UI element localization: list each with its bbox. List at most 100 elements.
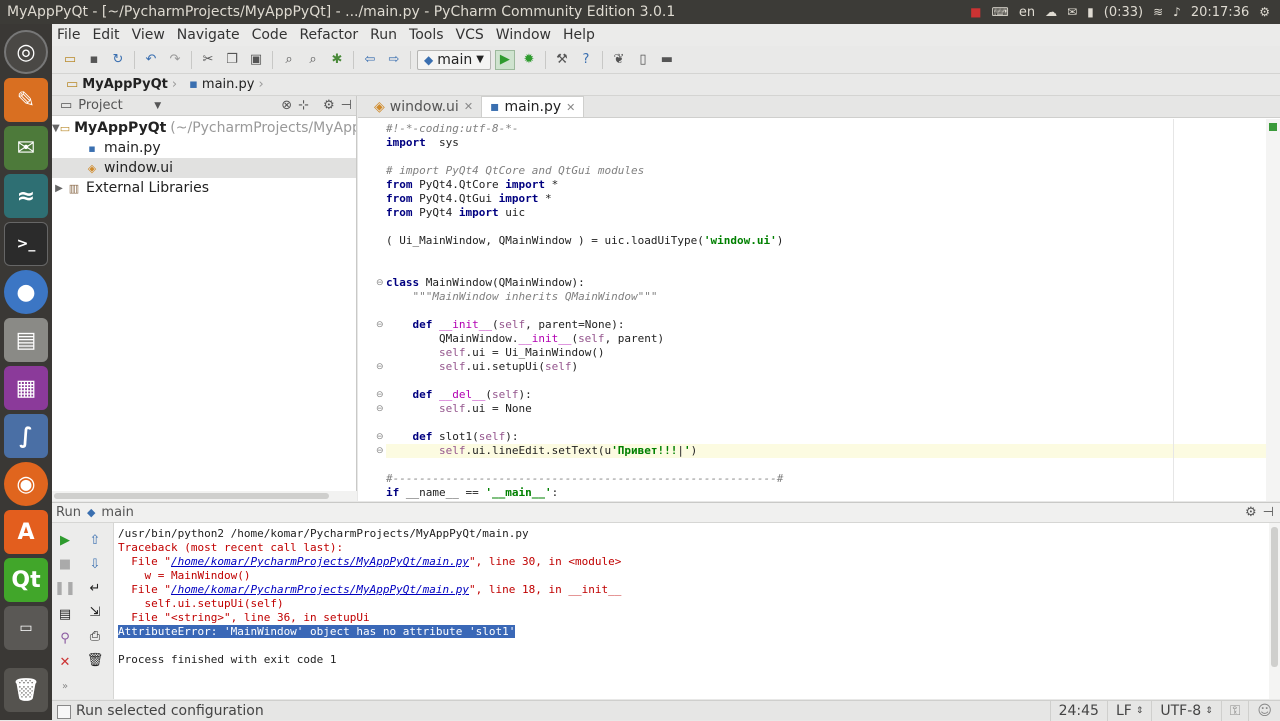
tab-main-py[interactable]: ▪ main.py ✕ [481, 96, 585, 117]
run-panel-config[interactable]: main [101, 505, 133, 520]
wifi-icon[interactable]: ≋ [1153, 5, 1163, 19]
hide-panel-icon[interactable]: ⊣ [341, 98, 356, 113]
editor-icon[interactable]: ∫ [4, 414, 48, 458]
project-horizontal-scrollbar[interactable] [52, 491, 357, 501]
firefox-icon[interactable]: ◉ [4, 462, 48, 506]
menu-window[interactable]: Window [490, 27, 557, 43]
inspector-icon[interactable]: ☺ [1248, 700, 1280, 721]
python-console-icon[interactable]: ❦ [609, 50, 629, 70]
down-arrow-icon[interactable]: ⇩ [86, 555, 104, 573]
fold-icon[interactable]: ⊖ [376, 278, 384, 288]
expand-icon[interactable]: ▼ [52, 123, 60, 134]
editor-gutter[interactable]: ⊖ ⊖ ⊖ ⊖ ⊖ ⊖ ⊖ ● [358, 119, 401, 501]
breadcrumb-project[interactable]: ▭ MyAppPyQt › [60, 77, 183, 92]
menu-tools[interactable]: Tools [403, 27, 450, 43]
redo-icon[interactable]: ↷ [165, 50, 185, 70]
sync-icon[interactable]: ↻ [108, 50, 128, 70]
find-in-path-icon[interactable]: ✱ [327, 50, 347, 70]
fold-icon[interactable]: ⊖ [376, 432, 384, 442]
menu-refactor[interactable]: Refactor [293, 27, 364, 43]
tree-item-external-libraries[interactable]: ▶ ▥ External Libraries [52, 178, 356, 198]
code-token[interactable]: /home/komar/PycharmProjects/MyAppPyQt/ma… [171, 583, 469, 596]
fold-icon[interactable]: ⊖ [376, 320, 384, 330]
terminal-tool-icon[interactable]: ▬ [657, 50, 677, 70]
tree-item-window-ui[interactable]: ◈ window.ui [52, 158, 356, 178]
cloud-icon[interactable]: ☁ [1045, 5, 1057, 19]
tree-item-project-root[interactable]: ▼ ▭ MyAppPyQt (~/PycharmProjects/MyAppP [52, 118, 356, 138]
power-icon[interactable]: ⚙ [1259, 5, 1270, 19]
restore-layout-icon[interactable]: ▤ [56, 605, 74, 623]
close-icon[interactable]: ✕ [566, 101, 575, 114]
back-icon[interactable]: ⇦ [360, 50, 380, 70]
archive-icon[interactable]: ▤ [4, 318, 48, 362]
find-icon[interactable]: ⌕ [279, 50, 299, 70]
network-icon[interactable]: ≈ [4, 174, 48, 218]
volume-icon[interactable]: ♪ [1173, 5, 1181, 19]
workspace-icon[interactable]: ▭ [4, 606, 48, 650]
clock[interactable]: 20:17:36 [1191, 5, 1249, 20]
inspection-ok-icon[interactable] [1269, 123, 1277, 131]
paste-icon[interactable]: ▣ [246, 50, 266, 70]
scroll-from-source-icon[interactable]: ⊗ [281, 98, 292, 113]
terminal-icon[interactable]: >_ [4, 222, 48, 266]
collapse-all-icon[interactable]: ⊹ [298, 98, 309, 113]
lock-icon[interactable]: ⚿ [1220, 700, 1249, 721]
hide-panel-icon[interactable]: ⊣ [1263, 505, 1280, 520]
save-icon[interactable]: ▪ [84, 50, 104, 70]
project-panel-title[interactable]: Project [78, 98, 148, 113]
menu-run[interactable]: Run [364, 27, 403, 43]
clear-all-icon[interactable]: 🗑 [86, 651, 104, 669]
scrollbar-thumb[interactable] [1271, 527, 1278, 667]
menu-view[interactable]: View [126, 27, 171, 43]
fold-icon[interactable]: ⊖ [376, 404, 384, 414]
battery-status[interactable]: (0:33) [1104, 5, 1143, 20]
run-panel-title[interactable]: Run [56, 505, 81, 520]
console-vertical-scrollbar[interactable] [1269, 523, 1280, 699]
editor-vertical-scrollbar[interactable] [1266, 119, 1280, 501]
print-icon[interactable]: ⎙ [86, 627, 104, 645]
pin-icon[interactable]: ⚲ [56, 629, 74, 647]
run-console-output[interactable]: /usr/bin/python2 /home/komar/PycharmProj… [114, 523, 1269, 699]
gear-icon[interactable]: ⚙ [315, 98, 335, 113]
record-icon[interactable]: ■ [970, 5, 981, 19]
fold-icon[interactable]: ⊖ [376, 390, 384, 400]
menu-navigate[interactable]: Navigate [171, 27, 246, 43]
scroll-to-end-icon[interactable]: ⇲ [86, 603, 104, 621]
tab-window-ui[interactable]: ◈ window.ui ✕ [366, 96, 481, 117]
media-icon[interactable]: ▦ [4, 366, 48, 410]
chevron-down-icon[interactable]: ▼ [154, 101, 161, 111]
gear-icon[interactable]: ⚙ [1245, 505, 1257, 520]
open-folder-icon[interactable]: ▭ [60, 50, 80, 70]
menu-file[interactable]: File [52, 27, 86, 43]
encoding-select[interactable]: UTF-8 ⇕ [1151, 700, 1220, 721]
forward-icon[interactable]: ⇨ [384, 50, 404, 70]
copy-icon[interactable]: ❐ [222, 50, 242, 70]
battery-icon[interactable]: ▮ [1087, 5, 1094, 19]
line-separator-select[interactable]: LF ⇕ [1106, 700, 1151, 721]
keyboard-icon[interactable]: ⌨ [992, 5, 1009, 19]
close-icon[interactable]: ✕ [464, 100, 473, 113]
more-icon[interactable]: » [56, 677, 74, 695]
debug-icon[interactable]: ✹ [519, 50, 539, 70]
mail-app-icon[interactable]: ✉ [4, 126, 48, 170]
close-icon[interactable]: ✕ [56, 653, 74, 671]
breadcrumb-file[interactable]: ▪ main.py › [183, 77, 270, 92]
expand-icon[interactable]: ▶ [52, 183, 66, 194]
chrome-icon[interactable]: ● [4, 270, 48, 314]
settings-icon[interactable]: ⚒ [552, 50, 572, 70]
soft-wrap-icon[interactable]: ↵ [86, 579, 104, 597]
software-center-icon[interactable]: A [4, 510, 48, 554]
keyboard-layout[interactable]: en [1019, 5, 1035, 20]
up-arrow-icon[interactable]: ⇧ [86, 531, 104, 549]
pause-icon[interactable]: ❚❚ [54, 579, 76, 597]
run-icon[interactable]: ▶ [494, 49, 515, 70]
trash-icon[interactable]: 🗑 [4, 668, 48, 712]
menu-vcs[interactable]: VCS [450, 27, 490, 43]
dash-icon[interactable]: ◎ [4, 30, 48, 74]
tree-item-main-py[interactable]: ▪ main.py [52, 138, 356, 158]
undo-icon[interactable]: ↶ [141, 50, 161, 70]
caret-position[interactable]: 24:45 [1049, 700, 1107, 721]
rerun-icon[interactable]: ▶ [56, 531, 74, 549]
replace-icon[interactable]: ⌕ [303, 50, 323, 70]
menu-edit[interactable]: Edit [86, 27, 125, 43]
